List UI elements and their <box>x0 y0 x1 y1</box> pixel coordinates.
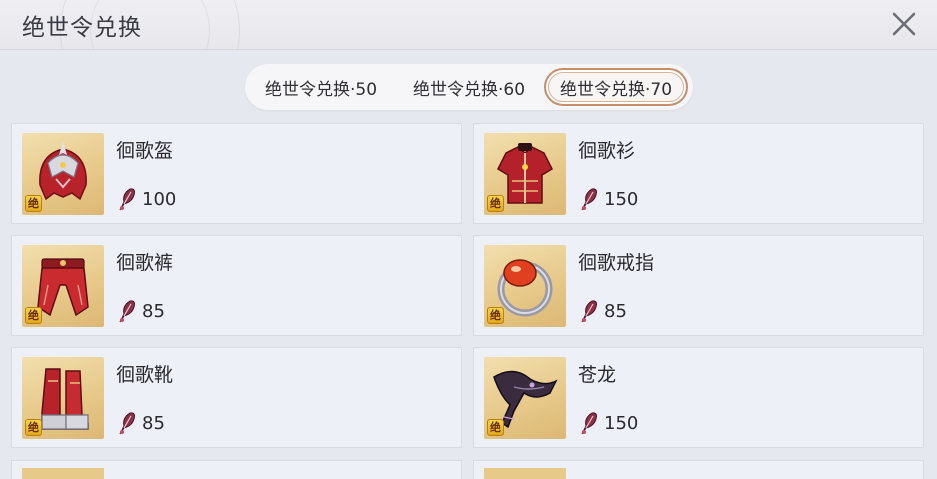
item-name: 徊歌靴 <box>116 364 174 386</box>
item-name: 徊歌戒指 <box>578 252 655 274</box>
item-card-partial[interactable] <box>11 460 462 479</box>
item-price: 85 <box>578 298 627 324</box>
grade-badge: 绝 <box>487 419 504 436</box>
grade-badge: 绝 <box>487 307 504 324</box>
item-cost: 85 <box>142 300 165 322</box>
tab-exchange-60[interactable]: 绝世令兑换·60 <box>397 68 541 106</box>
token-feather-icon <box>119 188 135 211</box>
item-icon-frame: 绝 <box>22 357 104 439</box>
item-cost: 100 <box>142 188 177 210</box>
item-card[interactable]: 绝 徊歌衫 150 <box>473 123 924 224</box>
item-icon-frame: 绝 <box>484 133 566 215</box>
item-card[interactable]: 绝 徊歌靴 85 <box>11 347 462 448</box>
item-icon-frame: 绝 <box>484 357 566 439</box>
close-icon <box>892 12 916 36</box>
item-price: 85 <box>116 298 165 324</box>
item-name: 苍龙 <box>578 364 617 386</box>
token-feather-icon <box>581 412 597 435</box>
item-card[interactable]: 绝 徊歌戒指 85 <box>473 235 924 336</box>
window-title: 绝世令兑换 <box>22 15 142 41</box>
item-cost: 85 <box>142 412 165 434</box>
item-price: 85 <box>116 410 165 436</box>
tab-bar: 绝世令兑换·50 绝世令兑换·60 绝世令兑换·70 <box>245 64 693 110</box>
item-icon-frame <box>484 468 566 479</box>
item-card-partial[interactable] <box>473 460 924 479</box>
item-cost: 85 <box>604 300 627 322</box>
item-card[interactable]: 绝 苍龙 150 <box>473 347 924 448</box>
item-price: 150 <box>578 410 638 436</box>
grade-badge: 绝 <box>487 195 504 212</box>
grade-badge: 绝 <box>25 307 42 324</box>
item-icon-frame: 绝 <box>484 245 566 327</box>
token-feather-icon <box>119 412 135 435</box>
window-titlebar: 绝世令兑换 <box>0 0 937 50</box>
item-card[interactable]: 绝 徊歌裤 85 <box>11 235 462 336</box>
item-price: 100 <box>116 186 176 212</box>
item-card[interactable]: 绝 徊歌盔 100 <box>11 123 462 224</box>
item-icon-frame <box>22 468 104 479</box>
item-price: 150 <box>578 186 638 212</box>
close-button[interactable] <box>889 9 919 39</box>
item-icon-frame: 绝 <box>22 133 104 215</box>
token-feather-icon <box>581 188 597 211</box>
item-name: 徊歌衫 <box>578 140 636 162</box>
token-feather-icon <box>119 300 135 323</box>
tab-exchange-70[interactable]: 绝世令兑换·70 <box>544 68 688 106</box>
item-icon-frame: 绝 <box>22 245 104 327</box>
item-cost: 150 <box>604 188 639 210</box>
item-name: 徊歌裤 <box>116 252 174 274</box>
grade-badge: 绝 <box>25 195 42 212</box>
tab-exchange-50[interactable]: 绝世令兑换·50 <box>249 68 393 106</box>
item-name: 徊歌盔 <box>116 140 174 162</box>
token-feather-icon <box>581 300 597 323</box>
grade-badge: 绝 <box>25 419 42 436</box>
item-cost: 150 <box>604 412 639 434</box>
